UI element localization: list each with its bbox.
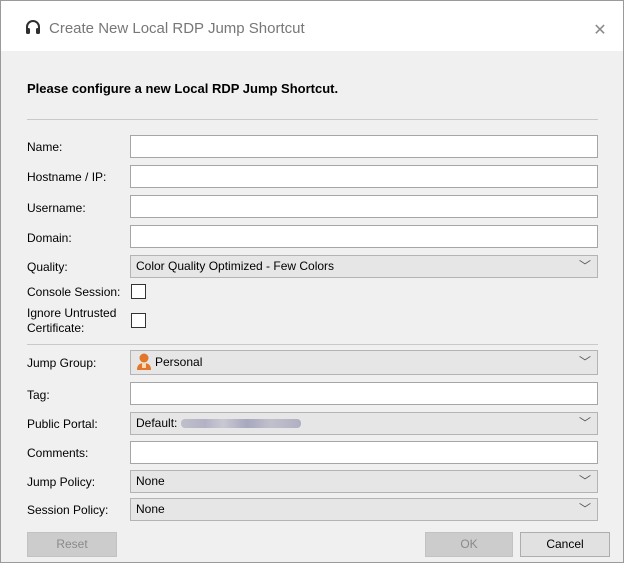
- chevron-down-icon: ﹀: [578, 416, 591, 430]
- username-input[interactable]: [130, 195, 598, 218]
- jump-group-select[interactable]: Personal ﹀: [130, 350, 598, 375]
- window-title: Create New Local RDP Jump Shortcut: [49, 20, 305, 37]
- dialog-heading: Please configure a new Local RDP Jump Sh…: [27, 81, 339, 96]
- comments-input[interactable]: [130, 441, 598, 464]
- reset-button[interactable]: Reset: [27, 532, 117, 557]
- jump-policy-label: Jump Policy:: [27, 475, 96, 489]
- ok-button[interactable]: OK: [425, 532, 513, 557]
- public-portal-value: Default:: [136, 416, 302, 430]
- session-policy-value: None: [136, 502, 165, 516]
- ignore-cert-label-line2: Certificate:: [27, 321, 85, 335]
- quality-label: Quality:: [27, 260, 68, 274]
- title-bar: Create New Local RDP Jump Shortcut ✕: [1, 1, 623, 51]
- close-button[interactable]: ✕: [587, 15, 613, 41]
- domain-label: Domain:: [27, 231, 72, 245]
- divider: [27, 119, 598, 120]
- console-session-checkbox[interactable]: [131, 284, 146, 299]
- chevron-down-icon: ﹀: [578, 259, 591, 273]
- quality-select[interactable]: Color Quality Optimized - Few Colors ﹀: [130, 255, 598, 278]
- jump-group-label: Jump Group:: [27, 356, 97, 370]
- console-session-label: Console Session:: [27, 285, 121, 299]
- dialog-window: Create New Local RDP Jump Shortcut ✕ Ple…: [0, 0, 624, 563]
- jump-group-value: Personal: [155, 355, 203, 369]
- comments-label: Comments:: [27, 446, 89, 460]
- name-label: Name:: [27, 140, 63, 154]
- hostname-label: Hostname / IP:: [27, 170, 107, 184]
- cancel-button[interactable]: Cancel: [520, 532, 610, 557]
- tag-input[interactable]: [130, 382, 598, 405]
- hostname-input[interactable]: [130, 165, 598, 188]
- tag-label: Tag:: [27, 388, 50, 402]
- session-policy-select[interactable]: None ﹀: [130, 498, 598, 521]
- person-icon: [137, 353, 151, 370]
- jump-policy-value: None: [136, 474, 165, 488]
- close-icon: ✕: [593, 22, 607, 39]
- quality-value: Color Quality Optimized - Few Colors: [136, 259, 335, 273]
- headset-icon: [26, 20, 40, 34]
- redacted-hostname: [181, 419, 302, 429]
- chevron-down-icon: ﹀: [578, 474, 591, 488]
- jump-policy-select[interactable]: None ﹀: [130, 470, 598, 493]
- domain-input[interactable]: [130, 225, 598, 248]
- name-input[interactable]: [130, 135, 598, 158]
- public-portal-select[interactable]: Default: ﹀: [130, 412, 598, 435]
- divider: [27, 344, 598, 345]
- ignore-cert-label-line1: Ignore Untrusted: [27, 306, 117, 320]
- chevron-down-icon: ﹀: [578, 355, 591, 369]
- chevron-down-icon: ﹀: [578, 502, 591, 516]
- ignore-cert-checkbox[interactable]: [131, 313, 146, 328]
- public-portal-default-text: Default:: [136, 416, 178, 430]
- username-label: Username:: [27, 201, 86, 215]
- session-policy-label: Session Policy:: [27, 503, 109, 517]
- public-portal-label: Public Portal:: [27, 417, 98, 431]
